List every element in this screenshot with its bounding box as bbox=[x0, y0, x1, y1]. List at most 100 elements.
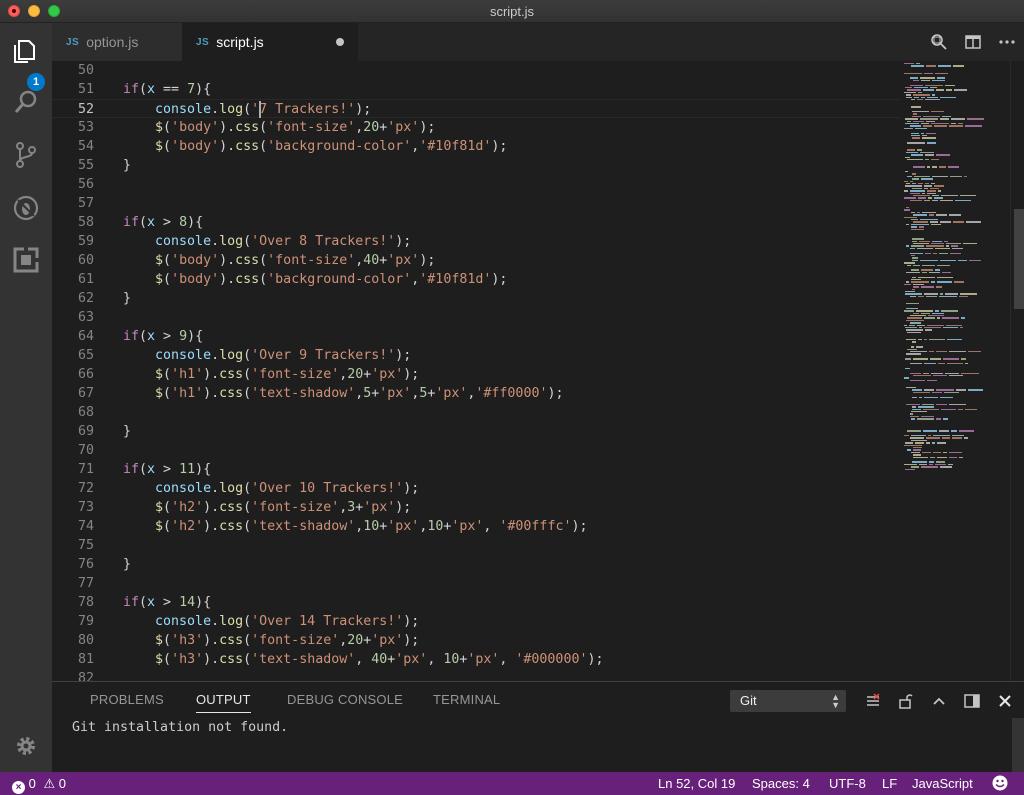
code-line[interactable]: 74 $('h2').css('text-shadow',10+'px',10+… bbox=[52, 517, 900, 536]
minimap-line bbox=[946, 324, 962, 326]
tab-script-js[interactable]: JS script.js bbox=[182, 23, 358, 61]
code-line[interactable]: 70 bbox=[52, 441, 900, 460]
line-code[interactable]: if(x > 8){ bbox=[123, 213, 203, 232]
line-code[interactable]: console.log('Over 10 Trackers!'); bbox=[123, 479, 419, 498]
minimap-line bbox=[947, 339, 962, 341]
code-line[interactable]: 55} bbox=[52, 156, 900, 175]
code-line[interactable]: 67 $('h1').css('text-shadow',5+'px',5+'p… bbox=[52, 384, 900, 403]
code-line[interactable]: 51 if(x == 7){ bbox=[52, 80, 900, 99]
feedback-smiley-icon[interactable] bbox=[992, 775, 1008, 794]
panel-scrollbar[interactable] bbox=[1012, 718, 1024, 773]
code-line[interactable]: 73 $('h2').css('font-size',3+'px'); bbox=[52, 498, 900, 517]
code-line[interactable]: 53 $('body').css('font-size',20+'px'); bbox=[52, 118, 900, 137]
line-code[interactable]: console.log('Over 14 Trackers!'); bbox=[123, 612, 419, 631]
panel-tab-problems[interactable]: PROBLEMS bbox=[90, 692, 164, 707]
line-number: 79 bbox=[77, 614, 94, 629]
editor-scrollbar-thumb[interactable] bbox=[1014, 209, 1024, 309]
lock-scroll-icon[interactable] bbox=[895, 690, 917, 712]
search-icon[interactable] bbox=[10, 86, 42, 118]
line-code[interactable]: $('body').css('background-color','#10f81… bbox=[123, 137, 507, 156]
code-line[interactable]: 60 $('body').css('font-size',40+'px'); bbox=[52, 251, 900, 270]
code-line[interactable]: 58 if(x > 8){ bbox=[52, 213, 900, 232]
maximize-panel-icon[interactable] bbox=[928, 690, 950, 712]
settings-gear-icon[interactable] bbox=[10, 730, 42, 762]
code-line[interactable]: 68 bbox=[52, 403, 900, 422]
code-editor[interactable]: 50 51 if(x == 7){52 console.log('7 Tracker… bbox=[52, 61, 1024, 681]
code-line[interactable]: 80 $('h3').css('font-size',20+'px'); bbox=[52, 631, 900, 650]
code-line[interactable]: 52 console.log('7 Trackers!'); bbox=[52, 99, 900, 118]
title-bar: script.js bbox=[0, 0, 1024, 23]
panel-tab-terminal[interactable]: TERMINAL bbox=[433, 692, 500, 707]
code-line[interactable]: 76} bbox=[52, 555, 900, 574]
panel-tab-output[interactable]: OUTPUT bbox=[196, 692, 251, 713]
line-code[interactable]: $('h2').css('text-shadow',10+'px',10+'px… bbox=[123, 517, 587, 536]
explorer-icon[interactable] bbox=[10, 35, 42, 67]
encoding-status[interactable]: UTF-8 bbox=[829, 776, 866, 791]
output-channel-select[interactable]: Git ▲ ▼ bbox=[730, 690, 846, 712]
minimap-line bbox=[913, 447, 922, 449]
code-line[interactable]: 66 $('h1').css('font-size',20+'px'); bbox=[52, 365, 900, 384]
line-code[interactable]: if(x > 14){ bbox=[123, 593, 211, 612]
minimap-line bbox=[906, 151, 918, 154]
line-code[interactable]: } bbox=[123, 422, 131, 441]
line-code[interactable]: console.log('Over 8 Trackers!'); bbox=[123, 232, 411, 251]
close-panel-icon[interactable] bbox=[994, 690, 1016, 712]
line-code[interactable]: $('body').css('background-color','#10f81… bbox=[123, 270, 507, 289]
line-code[interactable]: if(x > 9){ bbox=[123, 327, 203, 346]
panel-tab-debug-console[interactable]: DEBUG CONSOLE bbox=[287, 692, 403, 707]
problems-status[interactable]: × 0 ⚠ 0 bbox=[12, 776, 66, 794]
line-code[interactable]: $('h3').css('text-shadow', 40+'px', 10+'… bbox=[123, 650, 603, 669]
code-line[interactable]: 69} bbox=[52, 422, 900, 441]
code-line[interactable]: 63 bbox=[52, 308, 900, 327]
clear-output-icon[interactable] bbox=[862, 690, 884, 712]
line-code[interactable]: console.log('Over 9 Trackers!'); bbox=[123, 346, 411, 365]
tab-option-js[interactable]: JS option.js bbox=[52, 23, 182, 61]
code-line[interactable]: 54 $('body').css('background-color','#10… bbox=[52, 137, 900, 156]
code-line[interactable]: 62} bbox=[52, 289, 900, 308]
code-line[interactable]: 56 bbox=[52, 175, 900, 194]
line-code[interactable]: } bbox=[123, 289, 131, 308]
line-code[interactable]: $('body').css('font-size',20+'px'); bbox=[123, 118, 435, 137]
code-line[interactable]: 81 $('h3').css('text-shadow', 40+'px', 1… bbox=[52, 650, 900, 669]
minimap[interactable] bbox=[900, 61, 1010, 681]
source-control-icon[interactable] bbox=[10, 139, 42, 171]
code-line[interactable]: 79 console.log('Over 14 Trackers!'); bbox=[52, 612, 900, 631]
code-line[interactable]: 77 bbox=[52, 574, 900, 593]
line-code[interactable]: if(x == 7){ bbox=[123, 80, 211, 99]
minimap-line bbox=[907, 89, 921, 91]
code-line[interactable]: 57 bbox=[52, 194, 900, 213]
line-code[interactable]: console.log('7 Trackers!'); bbox=[123, 100, 371, 119]
code-line[interactable]: 64 if(x > 9){ bbox=[52, 327, 900, 346]
split-editor-icon[interactable] bbox=[956, 23, 990, 61]
minimap-line bbox=[918, 295, 924, 298]
code-line[interactable]: 78 if(x > 14){ bbox=[52, 593, 900, 612]
code-line[interactable]: 65 console.log('Over 9 Trackers!'); bbox=[52, 346, 900, 365]
line-code[interactable]: $('h1').css('font-size',20+'px'); bbox=[123, 365, 419, 384]
code-line[interactable]: 59 console.log('Over 8 Trackers!'); bbox=[52, 232, 900, 251]
language-mode[interactable]: JavaScript bbox=[912, 776, 973, 791]
open-changes-icon[interactable] bbox=[922, 23, 956, 61]
line-code[interactable]: } bbox=[123, 156, 131, 175]
line-code[interactable]: $('body').css('font-size',40+'px'); bbox=[123, 251, 435, 270]
code-line[interactable]: 75 bbox=[52, 536, 900, 555]
extensions-icon[interactable] bbox=[10, 244, 42, 276]
eol-status[interactable]: LF bbox=[882, 776, 897, 791]
line-code[interactable]: $('h1').css('text-shadow',5+'px',5+'px',… bbox=[123, 384, 563, 403]
line-code[interactable]: } bbox=[123, 555, 131, 574]
more-icon[interactable] bbox=[990, 23, 1024, 61]
indentation-status[interactable]: Spaces: 4 bbox=[752, 776, 810, 791]
code-line[interactable]: 82 bbox=[52, 669, 900, 681]
code-line[interactable]: 61 $('body').css('background-color','#10… bbox=[52, 270, 900, 289]
toggle-panel-icon[interactable] bbox=[961, 690, 983, 712]
debug-icon[interactable] bbox=[10, 192, 42, 224]
line-code[interactable]: $('h3').css('font-size',20+'px'); bbox=[123, 631, 419, 650]
code-line[interactable]: 50 bbox=[52, 61, 900, 80]
code-line[interactable]: 72 console.log('Over 10 Trackers!'); bbox=[52, 479, 900, 498]
cursor-position[interactable]: Ln 52, Col 19 bbox=[658, 776, 735, 791]
code-line[interactable]: 71 if(x > 11){ bbox=[52, 460, 900, 479]
editor-scrollbar[interactable] bbox=[1010, 61, 1024, 681]
line-code[interactable]: if(x > 11){ bbox=[123, 460, 211, 479]
line-code[interactable]: $('h2').css('font-size',3+'px'); bbox=[123, 498, 411, 517]
unsaved-dot-icon[interactable] bbox=[336, 38, 344, 46]
